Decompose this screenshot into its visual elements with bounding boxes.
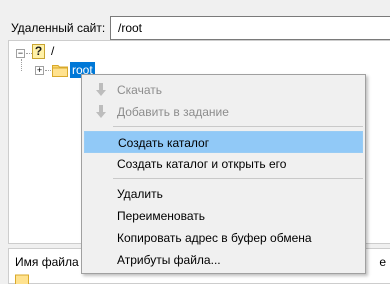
collapse-toggle[interactable]: − bbox=[16, 49, 25, 58]
add-to-queue-icon bbox=[96, 105, 106, 118]
menu-item-download[interactable]: Скачать bbox=[84, 79, 363, 101]
column-header-filename[interactable]: Имя файла bbox=[15, 255, 79, 269]
menu-item-create-directory[interactable]: Создать каталог bbox=[84, 131, 363, 153]
context-menu: Скачать Добавить в задание Создать катал… bbox=[81, 74, 366, 274]
folder-icon bbox=[52, 65, 68, 77]
tree-connector bbox=[45, 70, 51, 71]
remote-site-bar: Удаленный сайт: /root bbox=[0, 0, 390, 40]
menu-separator bbox=[113, 126, 363, 127]
tree-connector bbox=[21, 59, 22, 71]
folder-icon bbox=[15, 274, 29, 284]
download-arrow-icon bbox=[96, 83, 106, 96]
column-header-partial[interactable]: е bbox=[379, 255, 386, 269]
menu-separator bbox=[113, 178, 363, 179]
menu-item-rename[interactable]: Переименовать bbox=[84, 205, 363, 227]
remote-site-pane: Удаленный сайт: /root − ? / + root Имя ф… bbox=[0, 0, 390, 284]
menu-item-add-to-queue[interactable]: Добавить в задание bbox=[84, 101, 363, 123]
menu-item-create-directory-and-open[interactable]: Создать каталог и открыть его bbox=[84, 153, 363, 175]
tree-node-root[interactable]: / bbox=[51, 44, 54, 58]
menu-item-delete[interactable]: Удалить bbox=[84, 183, 363, 205]
menu-item-copy-url[interactable]: Копировать адрес в буфер обмена bbox=[84, 227, 363, 249]
question-mark-icon: ? bbox=[32, 44, 45, 59]
remote-site-path-input[interactable]: /root bbox=[110, 16, 390, 40]
expand-toggle[interactable]: + bbox=[35, 66, 44, 75]
menu-item-file-attributes[interactable]: Атрибуты файла... bbox=[84, 249, 363, 271]
remote-site-label: Удаленный сайт: bbox=[11, 21, 106, 35]
